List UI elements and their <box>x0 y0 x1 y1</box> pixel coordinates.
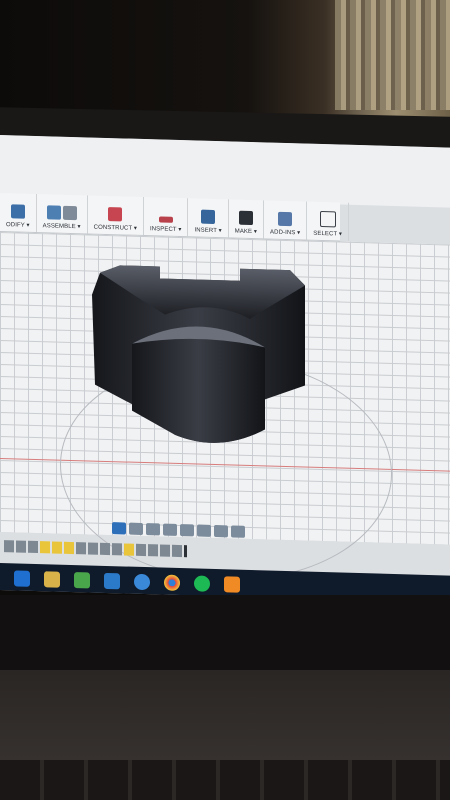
toolbar-label: CONSTRUCT ▾ <box>93 224 137 232</box>
toolbar-label: MAKE ▾ <box>234 228 258 236</box>
timeline-step[interactable] <box>148 544 158 557</box>
toolbar-assemble[interactable]: ASSEMBLE ▾ <box>36 194 88 234</box>
app-icon[interactable] <box>134 573 150 591</box>
timeline-step[interactable] <box>88 542 98 555</box>
timeline-step[interactable] <box>16 540 26 553</box>
fusion-360-icon[interactable] <box>224 576 240 593</box>
toolbar-make[interactable]: MAKE ▾ <box>228 199 265 239</box>
toolbar-select[interactable]: SELECT ▾ <box>307 201 349 241</box>
window-curtain <box>335 0 450 110</box>
timeline-step[interactable] <box>28 540 38 554</box>
look-at-icon[interactable] <box>129 522 143 535</box>
insert-icon <box>201 209 216 225</box>
timeline-step[interactable] <box>4 540 14 553</box>
assemble-icon <box>46 205 61 220</box>
fit-icon[interactable] <box>180 524 194 537</box>
timeline-marker[interactable] <box>184 545 187 558</box>
3d-model[interactable] <box>0 232 450 545</box>
store-icon[interactable] <box>104 572 120 590</box>
toolbar-label: ASSEMBLE ▾ <box>42 223 81 231</box>
joint-icon <box>62 205 77 221</box>
inspect-icon <box>158 216 173 223</box>
monitor-bezel-bottom <box>0 595 450 675</box>
toolbar-label: SELECT ▾ <box>313 230 342 238</box>
timeline-step[interactable] <box>100 542 110 556</box>
toolbar-label: ADD-INS ▾ <box>270 229 301 237</box>
toolbar-construct[interactable]: CONSTRUCT ▾ <box>87 195 144 236</box>
file-explorer-icon[interactable] <box>44 571 60 588</box>
spotify-icon[interactable] <box>194 575 210 592</box>
pan-icon[interactable] <box>146 523 160 536</box>
zoom-icon[interactable] <box>163 523 177 536</box>
construct-icon <box>108 207 123 222</box>
grid-settings-icon[interactable] <box>214 524 228 538</box>
toolbar-add-ins[interactable]: ADD-INS ▾ <box>264 200 308 240</box>
toolbar-label: INSPECT ▾ <box>149 226 182 234</box>
select-icon <box>319 210 336 228</box>
add-ins-icon <box>278 211 293 227</box>
toolbar-label: INSERT ▾ <box>194 227 222 235</box>
timeline-step[interactable] <box>136 543 146 557</box>
toolbar-modify[interactable]: ODIFY ▾ <box>0 193 37 233</box>
make-icon <box>238 210 253 226</box>
timeline-step[interactable] <box>160 544 170 557</box>
timeline-step[interactable] <box>172 544 182 558</box>
timeline-step[interactable] <box>76 542 86 555</box>
timeline-step[interactable] <box>52 541 62 554</box>
toolbar-insert[interactable]: INSERT ▾ <box>188 198 229 238</box>
toolbar-label: ODIFY ▾ <box>6 222 30 229</box>
keyboard-keys <box>0 760 450 800</box>
security-icon[interactable] <box>74 572 90 589</box>
toolbar-inspect[interactable]: INSPECT ▾ <box>143 197 189 237</box>
timeline-step[interactable] <box>40 541 50 554</box>
timeline-step[interactable] <box>112 543 122 556</box>
timeline-step[interactable] <box>64 541 74 555</box>
orbit-icon[interactable] <box>112 522 126 535</box>
edge-icon[interactable] <box>14 570 30 587</box>
timeline-step[interactable] <box>124 543 134 556</box>
viewports-icon[interactable] <box>231 525 245 538</box>
fusion-360-window: ODIFY ▾ ASSEMBLE ▾ CONSTRUCT ▾ INSPECT ▾… <box>0 135 450 603</box>
display-settings-icon[interactable] <box>197 524 211 537</box>
modify-icon <box>10 204 25 219</box>
design-canvas[interactable] <box>0 232 450 585</box>
chrome-icon[interactable] <box>164 574 180 592</box>
